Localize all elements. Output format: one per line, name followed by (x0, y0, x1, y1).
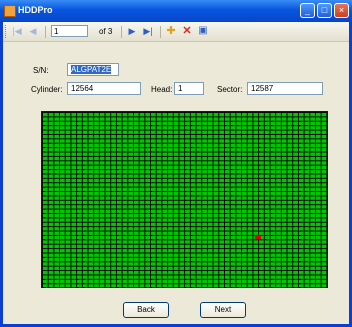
window-title: HDDPro (18, 5, 53, 15)
close-button[interactable]: × (334, 3, 349, 18)
app-window: HDDPro _ □ × |◀ ◀ 1 of 3 ▶ ▶| ✚ ✕ ▣ S/N:… (0, 0, 352, 327)
sector-field[interactable]: 12587 (247, 82, 323, 95)
next-record-icon[interactable]: ▶ (126, 25, 138, 37)
sn-field[interactable]: ALGPAT2E (67, 63, 119, 76)
bad-sector-marker (255, 235, 261, 239)
last-record-icon[interactable]: ▶| (142, 25, 154, 37)
sector-label: Sector: (217, 85, 243, 94)
save-icon[interactable]: ▣ (197, 25, 209, 37)
position-input[interactable]: 1 (51, 25, 88, 37)
delete-icon[interactable]: ✕ (181, 25, 193, 37)
sn-label: S/N: (33, 66, 49, 75)
head-field[interactable]: 1 (174, 82, 204, 95)
sector-grid[interactable] (41, 111, 328, 288)
sn-value: ALGPAT2E (71, 65, 112, 74)
cylinder-field[interactable]: 12564 (67, 82, 141, 95)
toolbar-separator (121, 26, 122, 38)
add-icon[interactable]: ✚ (165, 25, 177, 37)
app-icon (4, 5, 16, 17)
record-count: of 3 (99, 27, 113, 36)
prev-record-icon[interactable]: ◀ (27, 25, 39, 37)
cylinder-label: Cylinder: (31, 85, 63, 94)
toolbar-separator (160, 26, 161, 38)
toolbar-grip[interactable] (5, 25, 8, 38)
head-label: Head: (151, 85, 173, 94)
title-bar[interactable]: HDDPro _ □ × (0, 0, 352, 22)
back-button[interactable]: Back (123, 302, 169, 318)
maximize-button[interactable]: □ (317, 3, 332, 18)
first-record-icon[interactable]: |◀ (11, 25, 23, 37)
minimize-button[interactable]: _ (300, 3, 315, 18)
toolbar-separator (45, 26, 46, 38)
navigator-toolbar: |◀ ◀ 1 of 3 ▶ ▶| ✚ ✕ ▣ (3, 22, 349, 42)
next-button[interactable]: Next (200, 302, 246, 318)
